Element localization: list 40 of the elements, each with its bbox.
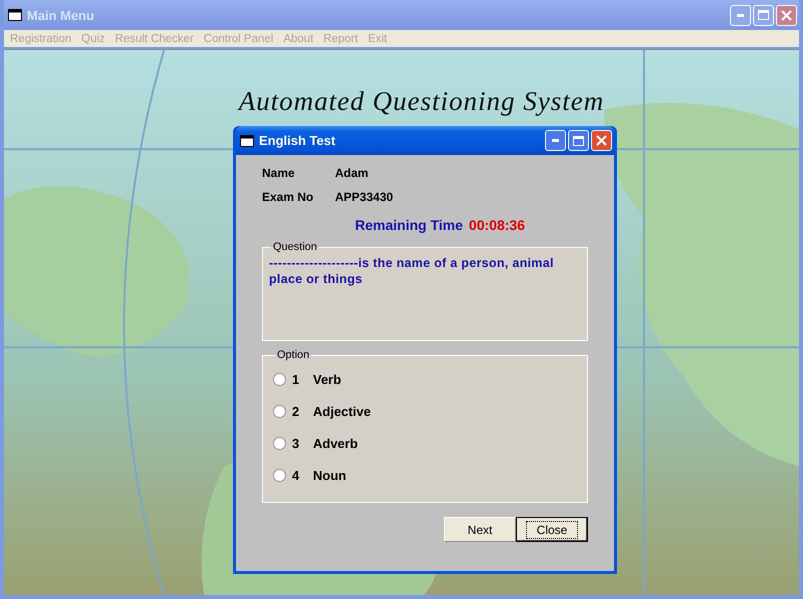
- minimize-button[interactable]: [545, 130, 566, 151]
- radio-button[interactable]: [273, 404, 286, 418]
- option-number: 1: [292, 372, 300, 386]
- app-heading: Automated Questioning System: [236, 85, 606, 117]
- dialog-title: English Test: [259, 133, 336, 148]
- field-value: APP33430: [335, 190, 394, 204]
- close-button[interactable]: [591, 130, 612, 151]
- option-number: 2: [292, 404, 300, 418]
- option-label: Adjective: [313, 404, 371, 418]
- group-legend: Option: [275, 349, 312, 361]
- option-number: 3: [292, 436, 300, 450]
- minimize-icon: [736, 14, 744, 16]
- window-title: Main Menu: [27, 8, 94, 22]
- close-icon: [596, 135, 607, 146]
- window-icon: [240, 134, 254, 146]
- radio-button[interactable]: [273, 468, 286, 482]
- field-label: Exam No: [262, 190, 314, 204]
- maximize-button[interactable]: [753, 4, 774, 26]
- close-button[interactable]: [776, 4, 797, 26]
- close-icon: [781, 10, 792, 20]
- maximize-icon: [758, 10, 769, 20]
- close-dialog-button[interactable]: Close: [516, 517, 588, 542]
- timer-label: Remaining Time: [355, 217, 463, 233]
- minimize-button[interactable]: [730, 4, 751, 26]
- maximize-button[interactable]: [568, 130, 589, 151]
- field-label: Name: [262, 166, 296, 180]
- minimize-icon: [552, 139, 560, 142]
- option-label: Noun: [313, 468, 346, 482]
- window-icon: [8, 9, 22, 21]
- option-number: 4: [292, 468, 300, 482]
- radio-button[interactable]: [273, 372, 286, 386]
- option-label: Adverb: [313, 436, 358, 450]
- option-label: Verb: [313, 372, 342, 386]
- maximize-icon: [573, 136, 584, 146]
- question-text: --------------------is the name of a person, animal place or things: [269, 255, 555, 287]
- radio-button[interactable]: [273, 436, 286, 450]
- next-button[interactable]: Next: [444, 517, 516, 542]
- timer-value: 00:08:36: [468, 217, 525, 233]
- field-value: Adam: [335, 166, 368, 180]
- group-legend: Question: [271, 241, 320, 253]
